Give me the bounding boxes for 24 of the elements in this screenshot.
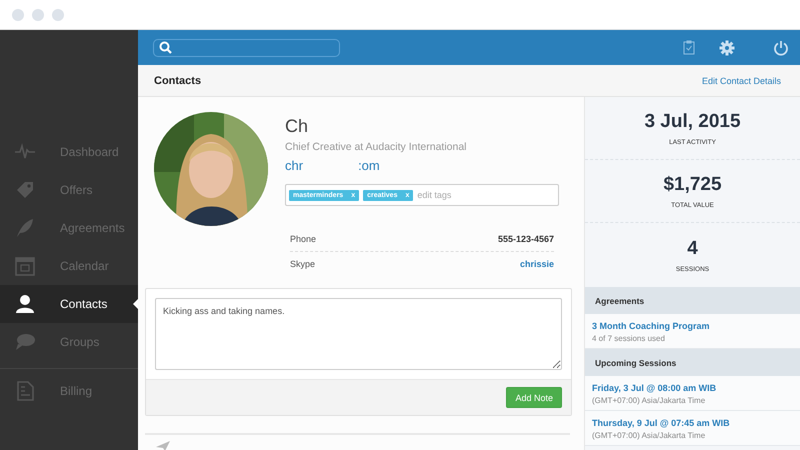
note-field[interactable]: Kicking ass and taking names. (155, 298, 562, 370)
section-header: Upcoming Sessions (585, 349, 800, 376)
page-title: Contacts (154, 74, 202, 86)
agreement-detail: 4 of 7 sessions used (592, 334, 666, 343)
edit-contact-link[interactable]: Edit Contact Details (702, 76, 781, 86)
sidebar-item[interactable]: Contacts (0, 285, 138, 323)
stat-value: 4 (687, 238, 698, 260)
contact-name: Ch (285, 116, 310, 138)
add-note-button[interactable]: Add Note (506, 387, 562, 408)
detail-label: Phone (290, 234, 316, 244)
stat-value: $1,725 (663, 174, 722, 196)
session-link[interactable]: Thursday, 9 Jul @ 07:45 am WIB (592, 418, 793, 428)
email-link[interactable]: chr (285, 158, 304, 173)
session-timezone: (GMT+07:00) Asia/Jakarta Time (592, 431, 706, 440)
email-link[interactable]: :om (358, 158, 380, 173)
agreement-link[interactable]: 3 Month Coaching Program (592, 321, 793, 331)
session-link[interactable]: Friday, 3 Jul @ 08:00 am WIB (592, 383, 793, 393)
detail-label: Skype (290, 259, 316, 269)
detail-value: 555-123-4567 (498, 234, 554, 244)
session-timezone: (GMT+07:00) Asia/Jakarta Time (592, 396, 706, 405)
stat-value: 3 Jul, 2015 (644, 110, 741, 132)
section-header: Agreements (585, 287, 800, 314)
detail-link[interactable]: chrissie (520, 259, 554, 269)
contact-title: Chief Creative at Audacity International (285, 141, 468, 153)
